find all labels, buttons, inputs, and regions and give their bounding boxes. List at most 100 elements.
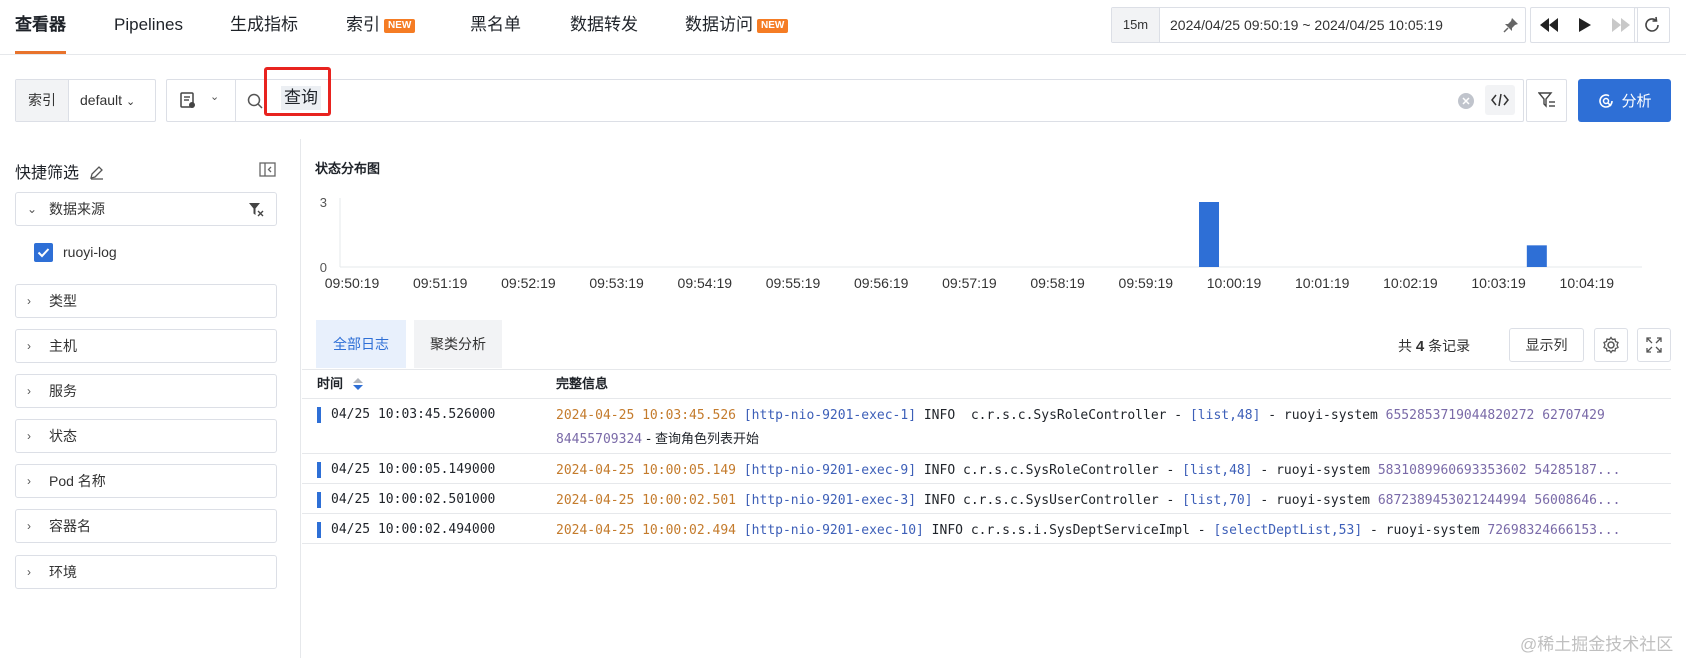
fullscreen-button[interactable] bbox=[1637, 328, 1671, 362]
rewind-button[interactable] bbox=[1531, 8, 1567, 42]
status-bar bbox=[317, 462, 321, 478]
filter-group-host[interactable]: › 主机 bbox=[15, 329, 277, 363]
chevron-right-icon: › bbox=[27, 565, 31, 579]
analyze-icon bbox=[1599, 93, 1614, 108]
x-tick-label: 10:04:19 bbox=[1560, 275, 1615, 290]
filter-group-env[interactable]: › 环境 bbox=[15, 555, 277, 589]
chevron-down-icon: ⌄ bbox=[27, 202, 38, 216]
table-row[interactable]: 04/25 10:00:05.149000 2024-04-25 10:00:0… bbox=[302, 454, 1671, 484]
tab-cluster-analysis[interactable]: 聚类分析 bbox=[414, 320, 502, 368]
nav-tab-pipelines[interactable]: Pipelines bbox=[114, 0, 183, 55]
quick-range[interactable]: 15m bbox=[1112, 8, 1160, 42]
query-input[interactable]: 查询 bbox=[281, 86, 321, 110]
source-item-label[interactable]: ruoyi-log bbox=[63, 243, 117, 262]
watermark: @稀土掘金技术社区 bbox=[1520, 635, 1674, 654]
nav-tab-index[interactable]: 索引 NEW bbox=[346, 0, 416, 55]
filter-settings-button[interactable] bbox=[1526, 79, 1567, 122]
refresh-button[interactable] bbox=[1634, 7, 1670, 43]
status-distribution-chart: 3 009:50:19 09:51:19 09:52:19 09:53:19 09:54:… bbox=[320, 195, 1642, 290]
x-tick-label: 10:00:19 bbox=[1207, 275, 1262, 290]
nav-tab-metrics[interactable]: 生成指标 bbox=[230, 0, 298, 55]
y-tick-label: 3 bbox=[320, 195, 327, 210]
edit-icon[interactable] bbox=[89, 165, 104, 180]
x-tick-label: 09:58:19 bbox=[1030, 275, 1085, 290]
source-checkbox[interactable] bbox=[34, 243, 53, 262]
quick-filter-sidebar: 快捷筛选 ⌄ 数据来源 › 类型 › 主机 › 服务 › 状态 › Pod 名称 › 容器名… bbox=[0, 139, 301, 658]
document-icon bbox=[180, 92, 195, 108]
collapse-sidebar-icon[interactable] bbox=[259, 162, 276, 177]
clear-icon[interactable] bbox=[1458, 93, 1474, 109]
column-time[interactable]: 时间 bbox=[317, 370, 363, 398]
filter-group-type[interactable]: › 类型 bbox=[15, 284, 277, 318]
x-tick-label: 09:51:19 bbox=[413, 275, 468, 290]
status-bar bbox=[317, 407, 321, 423]
nav-tab-forwarding[interactable]: 数据转发 bbox=[570, 0, 638, 55]
filter-group-container[interactable]: › 容器名 bbox=[15, 509, 277, 543]
x-tick-label: 09:59:19 bbox=[1119, 275, 1174, 290]
chevron-right-icon: › bbox=[27, 429, 31, 443]
status-bar bbox=[317, 492, 321, 508]
filter-group-source[interactable]: ⌄ 数据来源 bbox=[15, 192, 277, 226]
play-button[interactable] bbox=[1567, 8, 1603, 42]
x-tick-label: 09:50:19 bbox=[325, 275, 380, 290]
pin-icon[interactable] bbox=[1503, 17, 1519, 33]
search-icon bbox=[247, 93, 263, 109]
filter-group-pod[interactable]: › Pod 名称 bbox=[15, 464, 277, 498]
sort-icon[interactable] bbox=[352, 378, 363, 390]
nav-tab-viewer[interactable]: 查看器 bbox=[15, 0, 66, 55]
x-tick-label: 10:01:19 bbox=[1295, 275, 1350, 290]
log-time: 04/25 10:00:02.494000 bbox=[331, 522, 496, 537]
tab-all-logs[interactable]: 全部日志 bbox=[316, 320, 406, 368]
fast-forward-icon bbox=[1612, 18, 1630, 32]
new-badge: NEW bbox=[384, 19, 416, 33]
sidebar-title: 快捷筛选 bbox=[15, 159, 104, 183]
chevron-right-icon: › bbox=[27, 339, 31, 353]
nav-tab-blacklist[interactable]: 黑名单 bbox=[470, 0, 521, 55]
chart-bar bbox=[1199, 202, 1220, 267]
x-tick-label: 09:52:19 bbox=[501, 275, 556, 290]
query-bar[interactable]: ⌄ bbox=[166, 79, 1524, 122]
record-count: 共 4 条记录 bbox=[1398, 338, 1471, 355]
table-row[interactable]: 04/25 10:03:45.526000 2024-04-25 10:03:4… bbox=[302, 399, 1671, 454]
columns-button[interactable]: 显示列 bbox=[1509, 328, 1584, 362]
filter-settings-icon bbox=[1538, 92, 1555, 108]
time-range-picker[interactable]: 15m 2024/04/25 09:50:19 ~ 2024/04/25 10:… bbox=[1111, 7, 1526, 43]
index-label: 索引 bbox=[16, 80, 69, 121]
play-icon bbox=[1579, 18, 1591, 32]
index-selector[interactable]: 索引 default ⌄ bbox=[15, 79, 156, 122]
x-tick-label: 09:54:19 bbox=[678, 275, 733, 290]
analyze-button[interactable]: 分析 bbox=[1578, 79, 1671, 122]
checkmark-icon bbox=[37, 248, 50, 258]
chevron-down-icon: ⌄ bbox=[210, 91, 220, 103]
top-nav-bar: 查看器 Pipelines 生成指标 索引 NEW 黑名单 数据转发 数据访问 NE… bbox=[0, 0, 1686, 55]
x-tick-label: 09:53:19 bbox=[589, 275, 644, 290]
x-tick-label: 09:55:19 bbox=[766, 275, 821, 290]
filter-group-status[interactable]: › 状态 bbox=[15, 419, 277, 453]
log-time: 04/25 10:03:45.526000 bbox=[331, 407, 496, 422]
rewind-icon bbox=[1540, 18, 1558, 32]
log-message: 2024-04-25 10:00:05.149 [http-nio-9201-e… bbox=[556, 463, 1621, 478]
table-row[interactable]: 04/25 10:00:02.494000 2024-04-25 10:00:0… bbox=[302, 514, 1671, 544]
saved-query-dropdown[interactable]: ⌄ bbox=[167, 80, 236, 121]
status-bar bbox=[317, 522, 321, 538]
table-row[interactable]: 04/25 10:00:02.501000 2024-04-25 10:00:0… bbox=[302, 484, 1671, 514]
chevron-right-icon: › bbox=[27, 474, 31, 488]
refresh-icon bbox=[1645, 16, 1659, 32]
clear-filter-icon[interactable] bbox=[248, 202, 264, 217]
log-message: 2024-04-25 10:03:45.526 [http-nio-9201-e… bbox=[556, 408, 1605, 447]
nav-tab-data-access[interactable]: 数据访问 NEW bbox=[685, 0, 789, 55]
new-badge: NEW bbox=[757, 19, 789, 33]
index-value[interactable]: default ⌄ bbox=[80, 80, 135, 123]
playback-controls bbox=[1530, 7, 1638, 43]
time-range-text[interactable]: 2024/04/25 09:50:19 ~ 2024/04/25 10:05:1… bbox=[1170, 8, 1443, 42]
code-mode-button[interactable] bbox=[1485, 85, 1515, 115]
chevron-right-icon: › bbox=[27, 384, 31, 398]
filter-group-service[interactable]: › 服务 bbox=[15, 374, 277, 408]
gear-icon bbox=[1603, 336, 1619, 354]
log-time: 04/25 10:00:05.149000 bbox=[331, 462, 496, 477]
chevron-right-icon: › bbox=[27, 294, 31, 308]
chevron-right-icon: › bbox=[27, 519, 31, 533]
fullscreen-icon bbox=[1646, 337, 1662, 353]
settings-button[interactable] bbox=[1594, 328, 1628, 362]
x-tick-label: 09:56:19 bbox=[854, 275, 909, 290]
